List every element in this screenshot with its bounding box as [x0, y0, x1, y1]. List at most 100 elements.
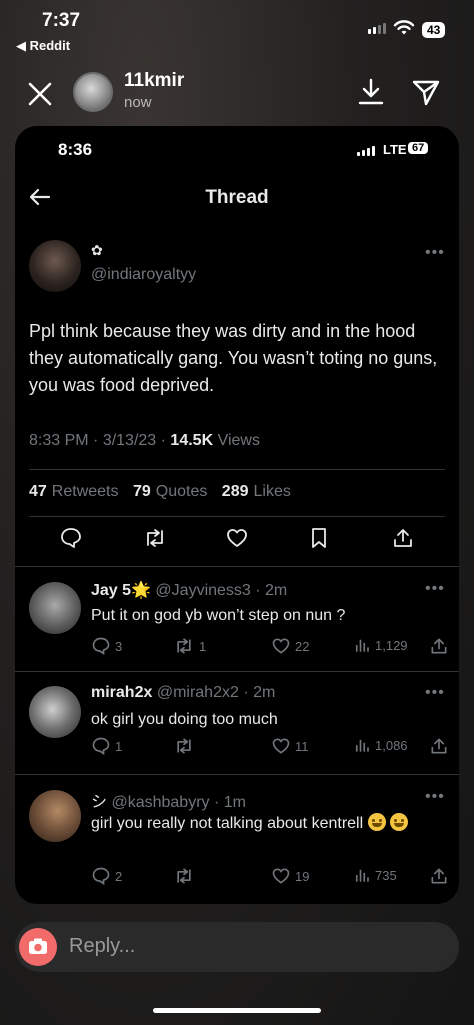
screenshot-battery: 67	[408, 142, 429, 154]
divider	[15, 566, 459, 567]
cellular-signal-icon	[368, 23, 386, 34]
user-handle[interactable]: @Jayviness3	[155, 582, 250, 599]
send-icon[interactable]	[410, 76, 442, 108]
avatar[interactable]	[29, 240, 81, 292]
quotes-stat[interactable]: 79 Quotes	[133, 483, 207, 500]
avatar[interactable]	[29, 686, 81, 738]
tweet-meta: 8:33 PM · 3/13/23 · 14.5K Views	[29, 432, 260, 449]
reply-count: 2	[115, 868, 123, 884]
bar-chart-icon	[355, 869, 369, 882]
retweet-button[interactable]	[173, 736, 199, 756]
reply-time: 2m	[265, 582, 288, 599]
display-name-icon[interactable]: ✿	[91, 242, 103, 259]
story-posted-time: now	[124, 94, 152, 111]
views-button[interactable]: 1,086	[353, 736, 408, 754]
retweet-icon	[177, 738, 191, 754]
retweet-icon	[177, 868, 191, 884]
battery-indicator: 43	[422, 22, 446, 38]
share-icon	[431, 868, 447, 884]
divider	[29, 469, 445, 470]
like-count: 19	[295, 868, 310, 884]
user-handle[interactable]: @indiaroyaltyy	[91, 266, 196, 284]
share-icon[interactable]	[391, 526, 415, 550]
comment-icon[interactable]	[59, 526, 83, 550]
comment-button[interactable]: 3	[91, 636, 122, 656]
bar-chart-icon	[355, 639, 369, 652]
more-options-icon[interactable]: •••	[425, 244, 445, 262]
retweet-button[interactable]: 1	[173, 636, 206, 656]
views-button[interactable]: 1,129	[353, 636, 408, 654]
reply-input[interactable]: Reply...	[15, 922, 459, 972]
reply-tweet[interactable]: mirah2x @mirah2x2 · 2m ••• ok girl you d…	[15, 674, 459, 778]
screenshot-status-bar: 8:36 LTE 67	[15, 126, 459, 170]
like-button[interactable]: 22	[271, 636, 309, 656]
divider	[15, 671, 459, 672]
avatar[interactable]	[29, 790, 81, 842]
reply-action-bar: 1 11 1,086	[91, 736, 451, 758]
share-icon	[431, 738, 447, 754]
reply-text: girl you really not talking about kentre…	[91, 815, 364, 832]
user-handle[interactable]: @mirah2x2	[157, 684, 239, 701]
display-name[interactable]: Jay 5	[91, 582, 131, 599]
home-indicator[interactable]	[153, 1008, 321, 1013]
bookmark-icon[interactable]	[307, 526, 331, 550]
reply-tweet[interactable]: シ @kashbabyry · 1m ••• girl you really n…	[15, 778, 459, 904]
story-header: 11kmir now	[0, 62, 474, 122]
reply-tweet[interactable]: Jay 5🌟 @Jayviness3 · 2m ••• Put it on go…	[15, 570, 459, 674]
retweet-count: 1	[199, 638, 207, 654]
screenshot-signal-icon	[357, 146, 375, 156]
comment-button[interactable]: 1	[91, 736, 122, 756]
retweet-button[interactable]	[173, 866, 199, 886]
display-name[interactable]: シ	[91, 794, 107, 811]
thread-nav-bar: Thread	[15, 176, 459, 220]
tweet-action-bar	[15, 526, 459, 562]
more-options-icon[interactable]: •••	[425, 684, 445, 702]
share-icon	[431, 638, 447, 654]
screenshot-time: 8:36	[58, 140, 93, 159]
view-count: 1,129	[375, 637, 408, 653]
comment-button[interactable]: 2	[91, 866, 122, 886]
system-time: 7:37	[42, 10, 81, 31]
more-options-icon[interactable]: •••	[425, 788, 445, 806]
story-username[interactable]: 11kmir	[124, 70, 184, 92]
laughing-emoji-icon	[390, 813, 409, 831]
laughing-emoji-icon	[367, 813, 386, 831]
reply-placeholder: Reply...	[69, 935, 136, 957]
tweet-stats: 47 Retweets 79 Quotes 289 Likes	[29, 483, 301, 501]
likes-stat[interactable]: 289 Likes	[222, 483, 291, 500]
share-button[interactable]	[429, 866, 449, 886]
close-icon[interactable]	[24, 78, 56, 110]
like-count: 22	[295, 638, 310, 654]
like-button[interactable]: 11	[271, 736, 309, 756]
back-to-reddit-link[interactable]: ◀ Reddit	[16, 38, 70, 54]
more-options-icon[interactable]: •••	[425, 580, 445, 598]
reply-text-wrapper: girl you really not talking about kentre…	[91, 812, 441, 836]
reply-text: ok girl you doing too much	[91, 711, 278, 728]
shared-screenshot: 8:36 LTE 67 Thread ✿ @indiaroyaltyy ••• …	[15, 126, 459, 904]
reply-time: 2m	[253, 684, 276, 701]
share-button[interactable]	[429, 636, 449, 656]
views-label: Views	[217, 432, 260, 449]
camera-button[interactable]	[19, 928, 57, 966]
network-type: LTE	[383, 142, 407, 157]
download-icon[interactable]	[356, 76, 386, 108]
reply-header: Jay 5🌟 @Jayviness3 · 2m	[91, 582, 288, 599]
user-handle[interactable]: @kashbabyry	[111, 794, 209, 811]
like-button[interactable]: 19	[271, 866, 309, 886]
comment-icon	[92, 637, 110, 656]
camera-icon	[29, 938, 47, 954]
heart-icon[interactable]	[225, 526, 249, 550]
bar-chart-icon	[355, 739, 369, 752]
avatar[interactable]	[29, 582, 81, 634]
views-button[interactable]: 735	[353, 866, 397, 884]
system-status-bar: 7:37 ◀ Reddit 43	[0, 0, 474, 62]
display-name[interactable]: mirah2x	[91, 684, 152, 701]
share-button[interactable]	[429, 736, 449, 756]
reply-count: 1	[115, 738, 123, 754]
retweets-stat[interactable]: 47 Retweets	[29, 483, 119, 500]
tweet-time: 8:33 PM	[29, 432, 89, 449]
retweet-icon[interactable]	[143, 526, 167, 550]
story-avatar[interactable]	[73, 72, 113, 112]
reply-header: シ @kashbabyry · 1m	[91, 794, 246, 811]
reply-action-bar: 3 1 22 1,129	[91, 636, 451, 658]
